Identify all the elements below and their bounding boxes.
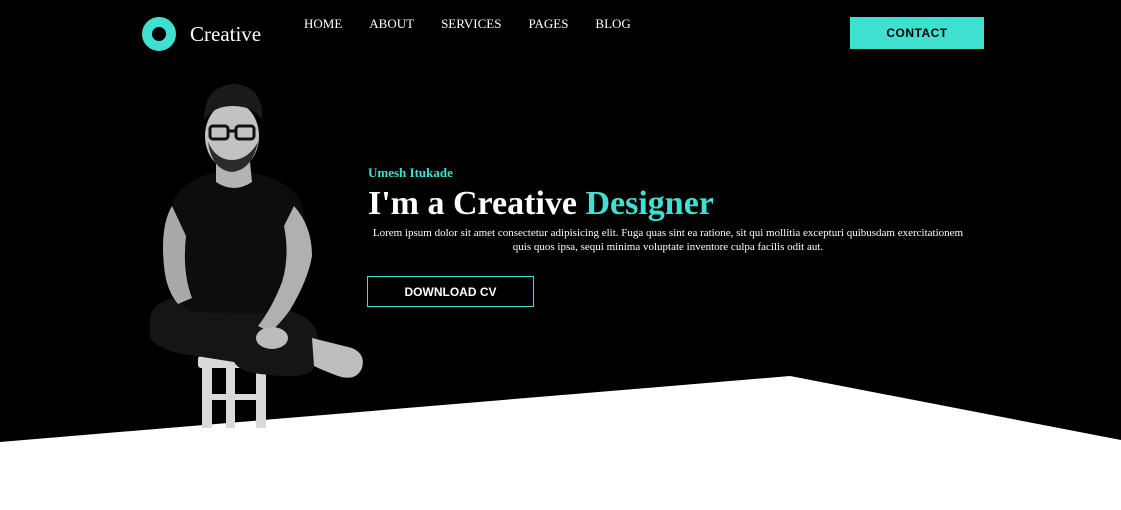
brand-name: Creative — [190, 22, 262, 46]
hero-title-accent: Designer — [585, 185, 714, 222]
download-cv-button[interactable]: DOWNLOAD CV — [367, 276, 534, 307]
ring-logo-icon — [142, 17, 176, 51]
hero-title-prefix: I'm a Creative — [368, 185, 577, 222]
nav-item-services[interactable]: SERVICES — [441, 16, 501, 32]
hero-title: I'm a Creative Designer — [368, 185, 968, 223]
hero-content: Umesh Itukade I'm a Creative Designer Lo… — [368, 165, 968, 254]
hero-person-name: Umesh Itukade — [368, 165, 453, 180]
page: Creative HOME ABOUT SERVICES PAGES BLOG … — [0, 0, 1121, 510]
nav-item-blog[interactable]: BLOG — [595, 16, 630, 32]
brand-logo[interactable]: Creative — [142, 17, 261, 51]
designer-photo — [130, 76, 380, 436]
hero-description: Lorem ipsum dolor sit amet consectetur a… — [372, 227, 964, 253]
nav-item-home[interactable]: HOME — [304, 16, 342, 32]
main-nav: HOME ABOUT SERVICES PAGES BLOG — [304, 16, 658, 32]
contact-button[interactable]: CONTACT — [850, 17, 984, 49]
nav-item-about[interactable]: ABOUT — [369, 16, 414, 32]
nav-item-pages[interactable]: PAGES — [528, 16, 568, 32]
